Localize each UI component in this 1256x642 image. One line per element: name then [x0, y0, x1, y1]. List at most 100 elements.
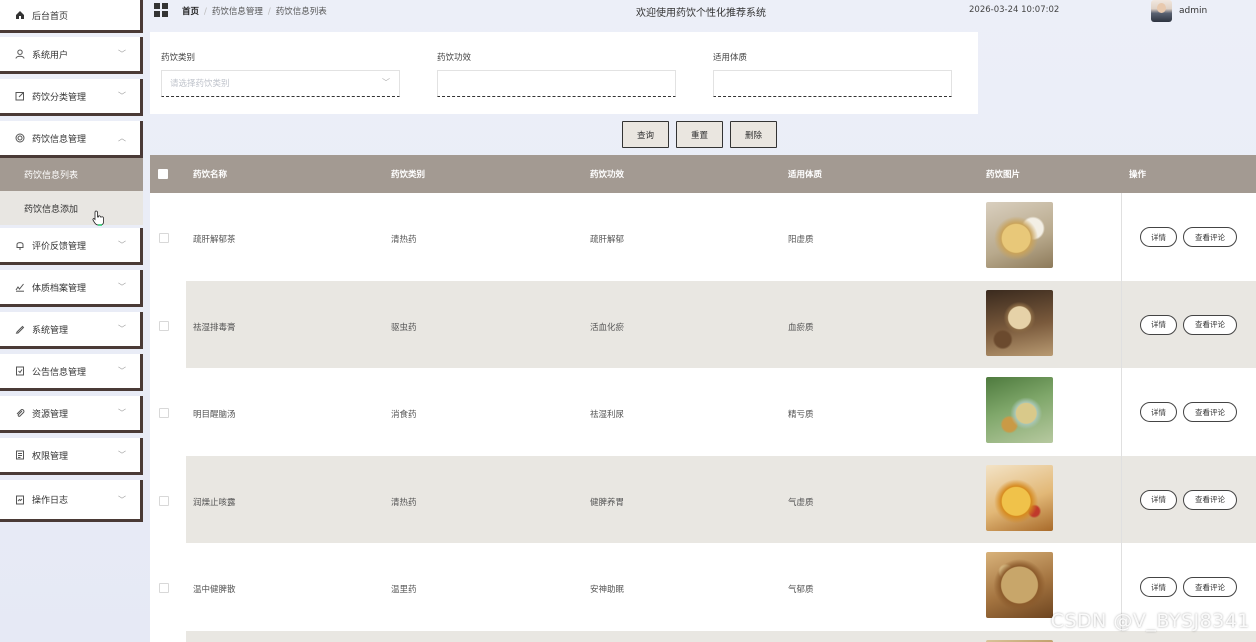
chevron-down-icon: ﹀ — [118, 366, 126, 376]
drink-image[interactable] — [986, 377, 1053, 443]
table-header: 药饮名称 药饮类别 药饮功效 适用体质 药饮图片 操作 — [150, 155, 1256, 193]
select-all-checkbox[interactable] — [158, 169, 168, 179]
filter-label-effect: 药饮功效 — [437, 53, 472, 63]
cell-name: 润燥止咳露 — [193, 497, 236, 508]
breadcrumb-home[interactable]: 首页 — [182, 7, 199, 17]
table-row: 润燥止咳露 清热药 健脾养胃 气虚质 详情 查看评论 — [150, 455, 1256, 543]
globe-icon — [14, 132, 26, 144]
col-image: 药饮图片 — [986, 170, 1021, 180]
filter-panel: 药饮类别 请选择药饮类别 ﹀ 药饮功效 适用体质 — [150, 32, 978, 114]
sidebar-item-notice[interactable]: 公告信息管理 ﹀ — [0, 354, 143, 391]
top-header: 首页 / 药饮信息管理 / 药饮信息列表 欢迎使用药饮个性化推荐系统 2026-03-2… — [145, 0, 1256, 24]
sidebar-item-drink-info[interactable]: 药饮信息管理 ︿ — [0, 121, 143, 158]
sidebar-item-feedback[interactable]: 评价反馈管理 ﹀ — [0, 228, 143, 265]
avatar[interactable] — [1151, 0, 1172, 22]
effect-input[interactable] — [437, 70, 676, 97]
sidebar-subitem-add[interactable]: 药饮信息添加 — [0, 191, 143, 225]
username[interactable]: admin — [1179, 6, 1207, 16]
cell-constitution: 气虚质 — [788, 497, 814, 508]
bell-icon — [14, 239, 26, 251]
sidebar-item-users[interactable]: 系统用户 ﹀ — [0, 37, 143, 74]
drink-table: 药饮名称 药饮类别 药饮功效 适用体质 药饮图片 操作 疏肝解郁茶 清热药 疏肝… — [150, 155, 1256, 642]
chevron-down-icon: ﹀ — [118, 91, 126, 101]
row-checkbox[interactable] — [159, 233, 169, 243]
doc-icon — [14, 449, 26, 461]
sidebar-subitem-list[interactable]: 药饮信息列表 — [0, 158, 143, 191]
watermark: CSDN @V_BYSJ8341 — [1050, 610, 1250, 632]
reset-button[interactable]: 重置 — [676, 121, 723, 148]
chevron-down-icon: ﹀ — [118, 282, 126, 292]
drink-image[interactable] — [986, 552, 1053, 618]
sidebar-item-label: 评价反馈管理 — [32, 241, 87, 252]
notice-icon — [14, 365, 26, 377]
delete-button[interactable]: 删除 — [730, 121, 777, 148]
sidebar-item-label: 系统管理 — [32, 325, 69, 336]
sidebar-item-resource[interactable]: 资源管理 ﹀ — [0, 396, 143, 433]
cell-name: 祛湿排毒膏 — [193, 322, 236, 333]
view-review-button[interactable]: 查看评论 — [1183, 227, 1237, 247]
sidebar-item-constitution[interactable]: 体质档案管理 ﹀ — [0, 270, 143, 307]
menu-grid-icon[interactable] — [154, 3, 168, 17]
view-review-button[interactable]: 查看评论 — [1183, 489, 1237, 510]
detail-button[interactable]: 详情 — [1140, 577, 1177, 597]
sidebar-item-label: 药饮信息管理 — [32, 134, 87, 145]
site-title: 欢迎使用药饮个性化推荐系统 — [636, 8, 766, 19]
row-checkbox[interactable] — [159, 583, 169, 593]
view-review-button[interactable]: 查看评论 — [1183, 402, 1237, 422]
sidebar: 后台首页 系统用户 ﹀ 药饮分类管理 ﹀ 药饮信息管理 ︿ 药饮信息列表 药饮信… — [0, 0, 145, 642]
chevron-down-icon: ﹀ — [118, 450, 126, 460]
view-review-button[interactable]: 查看评论 — [1183, 577, 1237, 597]
filter-label-category: 药饮类别 — [161, 53, 196, 63]
sidebar-item-label: 体质档案管理 — [32, 283, 87, 294]
drink-image[interactable] — [986, 464, 1053, 531]
col-constitution: 适用体质 — [788, 170, 823, 180]
chart-icon — [14, 281, 26, 293]
sidebar-item-log[interactable]: 操作日志 ﹀ — [0, 480, 143, 522]
detail-button[interactable]: 详情 — [1140, 314, 1177, 335]
chevron-down-icon: ﹀ — [118, 49, 126, 59]
constitution-input[interactable] — [713, 70, 952, 97]
cell-effect: 安神助眠 — [590, 585, 625, 595]
query-button[interactable]: 查询 — [622, 121, 669, 148]
cell-category: 驱虫药 — [391, 322, 417, 333]
row-checkbox[interactable] — [159, 320, 169, 331]
filter-label-constitution: 适用体质 — [713, 53, 748, 63]
chevron-down-icon: ﹀ — [118, 495, 126, 504]
row-checkbox[interactable] — [159, 495, 169, 506]
sidebar-item-label: 系统用户 — [32, 50, 69, 61]
cell-constitution: 精亏质 — [788, 410, 814, 420]
sidebar-item-permission[interactable]: 权限管理 ﹀ — [0, 438, 143, 475]
breadcrumb-section[interactable]: 药饮信息管理 — [212, 7, 263, 17]
cell-effect: 疏肝解郁 — [590, 235, 625, 245]
sidebar-item-label: 资源管理 — [32, 409, 69, 420]
drink-image[interactable] — [986, 202, 1053, 268]
row-checkbox[interactable] — [159, 408, 169, 418]
cell-name: 疏肝解郁茶 — [193, 235, 236, 245]
log-icon — [14, 494, 26, 506]
view-review-button[interactable]: 查看评论 — [1183, 314, 1237, 335]
user-icon — [14, 48, 26, 60]
cell-constitution: 血瘀质 — [788, 322, 814, 333]
current-datetime: 2026-03-24 10:07:02 — [969, 5, 1060, 15]
table-row: 祛湿排毒膏 驱虫药 活血化瘀 血瘀质 详情 查看评论 — [150, 280, 1256, 368]
detail-button[interactable]: 详情 — [1140, 402, 1177, 422]
cell-category: 清热药 — [391, 497, 417, 508]
drink-image[interactable] — [986, 289, 1053, 356]
chevron-down-icon: ﹀ — [118, 408, 126, 418]
sidebar-item-home[interactable]: 后台首页 — [0, 0, 143, 33]
cell-name: 明目醒脑汤 — [193, 410, 236, 420]
cell-effect: 活血化瘀 — [590, 322, 625, 333]
cell-effect: 健脾养胃 — [590, 497, 625, 508]
category-select[interactable]: 请选择药饮类别 ﹀ — [161, 70, 400, 97]
sidebar-item-system[interactable]: 系统管理 ﹀ — [0, 312, 143, 349]
cell-constitution: 阳虚质 — [788, 235, 814, 245]
sidebar-item-label: 权限管理 — [32, 451, 69, 462]
detail-button[interactable]: 详情 — [1140, 227, 1177, 247]
chevron-down-icon: ﹀ — [382, 78, 390, 87]
sidebar-item-category[interactable]: 药饮分类管理 ﹀ — [0, 79, 143, 116]
cell-category: 温里药 — [391, 585, 417, 595]
pen-icon — [14, 323, 26, 335]
detail-button[interactable]: 详情 — [1140, 489, 1177, 510]
col-actions: 操作 — [1129, 170, 1147, 180]
table-row: 明目醒脑汤 消食药 祛湿利尿 精亏质 详情 查看评论 — [150, 368, 1256, 456]
